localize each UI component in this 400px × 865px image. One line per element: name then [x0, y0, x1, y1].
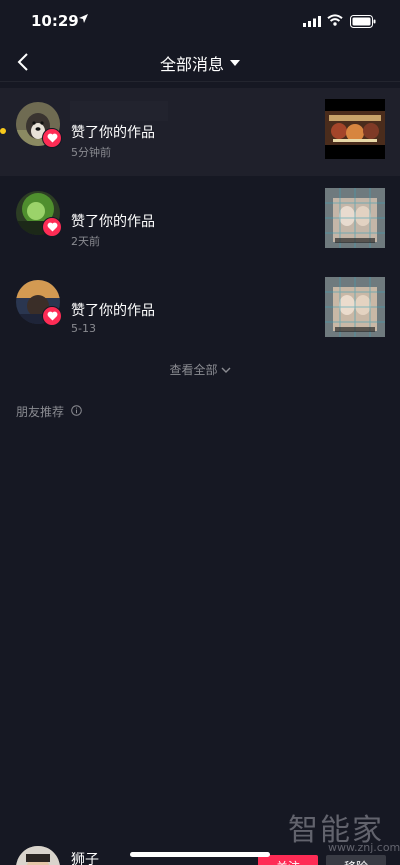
- notification-action: 赞了你的作品: [71, 303, 155, 319]
- notification-item[interactable]: 赞了你的作品 5分钟前: [0, 88, 400, 176]
- recommendation-name: 狮子: [71, 852, 99, 865]
- signal-icon: [303, 16, 321, 27]
- page-title: 全部消息: [159, 55, 224, 74]
- username-redacted: [70, 101, 168, 121]
- home-indicator: [130, 852, 270, 857]
- status-time: 10:29: [31, 12, 79, 30]
- battery-icon: [350, 15, 376, 28]
- chevron-down-icon: [221, 367, 230, 373]
- title-dropdown[interactable]: 全部消息: [0, 51, 400, 75]
- notification-time: 5-13: [71, 322, 96, 335]
- info-icon[interactable]: [71, 405, 82, 416]
- notification-action: 赞了你的作品: [71, 125, 155, 141]
- friends-section-title: 朋友推荐: [16, 405, 65, 419]
- heart-icon: [47, 133, 57, 143]
- notification-item[interactable]: 赞了你的作品 5-13: [0, 266, 400, 354]
- avatar[interactable]: [16, 846, 60, 865]
- heart-badge: [42, 128, 62, 148]
- location-arrow-icon: [79, 14, 88, 23]
- notification-time: 2天前: [71, 235, 100, 248]
- video-thumbnail[interactable]: [325, 99, 385, 159]
- caret-down-icon: [230, 60, 240, 66]
- view-all-link[interactable]: 查看全部: [0, 361, 400, 378]
- nav-bar: 全部消息: [0, 44, 400, 82]
- video-thumbnail[interactable]: [325, 188, 385, 248]
- notification-action: 赞了你的作品: [71, 214, 155, 230]
- heart-badge: [42, 306, 62, 326]
- video-thumbnail[interactable]: [325, 277, 385, 337]
- watermark: 智能家 www.znj.com: [288, 805, 400, 854]
- remove-button[interactable]: 移除: [326, 855, 386, 865]
- heart-icon: [47, 311, 57, 321]
- heart-badge: [42, 217, 62, 237]
- watermark-url: www.znj.com: [328, 841, 400, 854]
- notification-time: 5分钟前: [71, 146, 111, 159]
- wifi-icon: [327, 14, 343, 26]
- unread-dot: [0, 128, 6, 134]
- notification-item[interactable]: 赞了你的作品 2天前: [0, 177, 400, 265]
- view-all-label: 查看全部: [169, 363, 218, 377]
- heart-icon: [47, 222, 57, 232]
- status-bar: 10:29: [0, 0, 400, 44]
